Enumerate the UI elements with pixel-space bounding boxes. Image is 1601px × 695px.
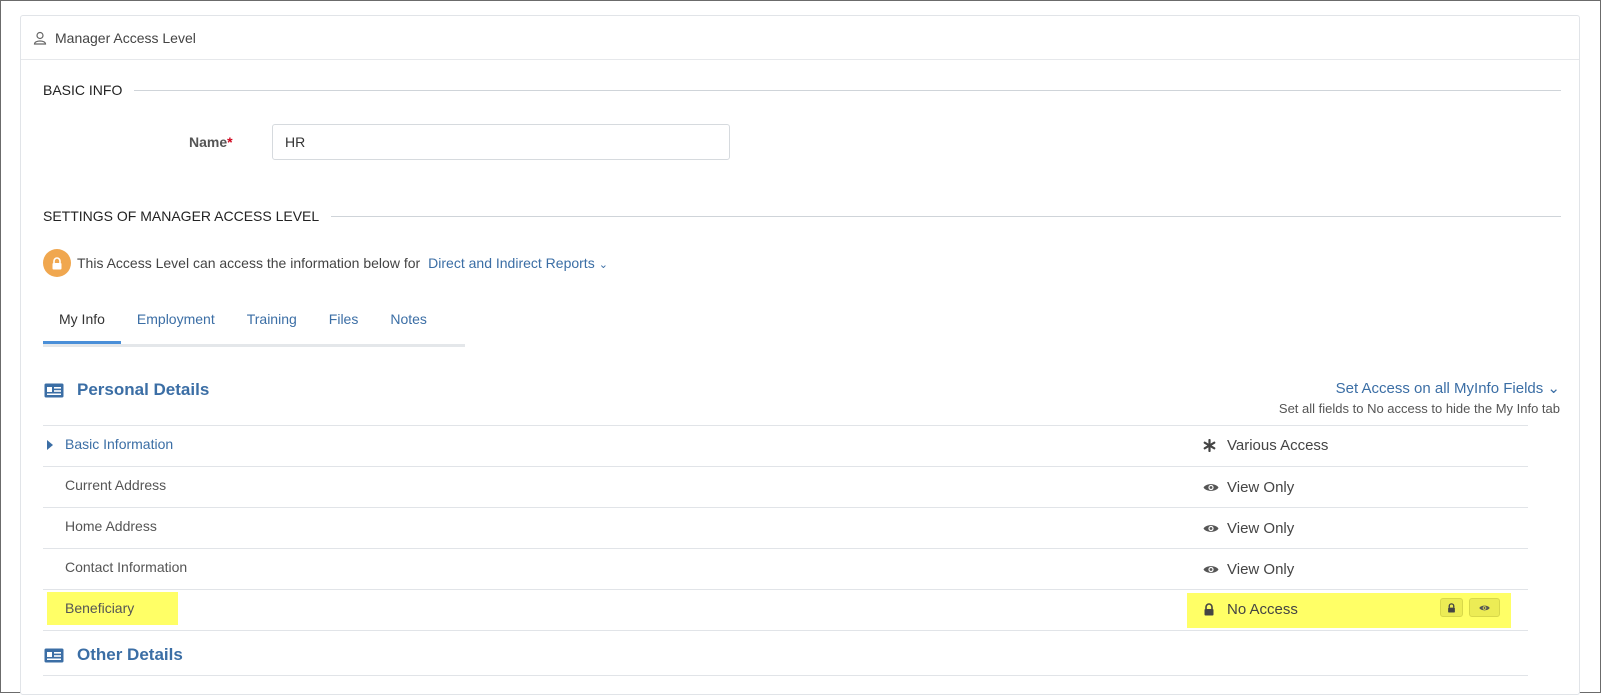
chevron-down-icon: ⌄ — [598, 259, 608, 271]
other-details-header[interactable]: Other Details — [44, 645, 183, 665]
eye-icon — [1479, 604, 1490, 612]
chevron-down-icon: ⌄ — [1547, 380, 1560, 397]
eye-icon — [1203, 481, 1219, 495]
row-label[interactable]: Basic Information — [65, 436, 173, 452]
settings-heading: SETTINGS OF MANAGER ACCESS LEVEL — [43, 208, 320, 224]
tab-employment[interactable]: Employment — [121, 302, 231, 344]
required-mark: * — [227, 134, 233, 150]
set-access-all-label: Set Access on all MyInfo Fields — [1335, 380, 1544, 397]
row-access-value[interactable]: View Only — [1203, 520, 1294, 537]
row-beneficiary[interactable]: Beneficiary No Access — [43, 589, 1528, 630]
tab-training[interactable]: Training — [231, 302, 313, 344]
row-label: Contact Information — [65, 559, 188, 575]
access-scope-text: This Access Level can access the informa… — [77, 255, 421, 271]
eye-icon — [1203, 563, 1219, 577]
row-current-address[interactable]: Current Address View Only — [43, 466, 1528, 507]
other-details-title: Other Details — [77, 645, 183, 664]
lock-icon — [1447, 602, 1456, 613]
id-card-icon — [44, 648, 64, 663]
set-access-block: Set Access on all MyInfo Fields ⌄ Set al… — [1279, 379, 1560, 416]
row-basic-information[interactable]: Basic Information Various Access — [43, 425, 1528, 466]
personal-details-header: Personal Details — [44, 380, 209, 400]
id-card-icon — [44, 383, 64, 398]
settings-section-title: SETTINGS OF MANAGER ACCESS LEVEL — [43, 208, 1561, 224]
name-label-text: Name — [189, 134, 228, 150]
access-text: View Only — [1227, 479, 1295, 496]
lock-icon — [43, 249, 71, 277]
row-access-value[interactable]: Various Access — [1203, 437, 1328, 454]
personal-details-title: Personal Details — [77, 380, 210, 399]
name-label: Name* — [189, 134, 233, 150]
row-divider — [43, 675, 1528, 676]
section-divider — [331, 215, 1561, 217]
row-label: Home Address — [65, 518, 157, 534]
basic-info-section-title: BASIC INFO — [43, 82, 1561, 98]
tab-files[interactable]: Files — [313, 302, 375, 344]
name-input[interactable] — [272, 124, 730, 160]
scope-dropdown-label: Direct and Indirect Reports — [428, 255, 595, 271]
panel-header: Manager Access Level — [21, 16, 1579, 60]
access-text: No Access — [1227, 601, 1298, 618]
row-contact-information[interactable]: Contact Information View Only — [43, 548, 1528, 589]
row-access-value[interactable]: View Only — [1203, 561, 1294, 578]
lock-icon — [1203, 603, 1219, 617]
tab-notes[interactable]: Notes — [374, 302, 443, 344]
eye-icon — [1203, 522, 1219, 536]
user-icon — [33, 31, 47, 45]
section-divider — [134, 89, 1561, 91]
set-no-access-button[interactable] — [1440, 598, 1463, 617]
tab-my-info[interactable]: My Info — [43, 302, 121, 344]
caret-right-icon[interactable] — [47, 440, 53, 450]
set-view-only-button[interactable] — [1469, 598, 1500, 617]
row-access-value[interactable]: View Only — [1203, 479, 1294, 496]
personal-details-rows: Basic Information Various Access Current… — [43, 425, 1528, 630]
access-scope-line: This Access Level can access the informa… — [43, 249, 608, 277]
tab-bar: My Info Employment Training Files Notes — [43, 302, 465, 347]
row-home-address[interactable]: Home Address View Only — [43, 507, 1528, 548]
row-divider — [43, 630, 1528, 631]
access-text: Various Access — [1227, 437, 1329, 454]
set-access-all-link[interactable]: Set Access on all MyInfo Fields ⌄ — [1279, 379, 1560, 397]
row-access-value[interactable]: No Access — [1203, 601, 1298, 618]
basic-info-heading: BASIC INFO — [43, 82, 123, 98]
row-label: Beneficiary — [65, 600, 135, 616]
access-text: View Only — [1227, 520, 1295, 537]
scope-dropdown[interactable]: Direct and Indirect Reports ⌄ — [428, 255, 608, 271]
panel-title: Manager Access Level — [55, 29, 196, 46]
access-text: View Only — [1227, 561, 1295, 578]
set-access-hint: Set all fields to No access to hide the … — [1278, 401, 1560, 416]
asterisk-icon — [1203, 439, 1219, 453]
row-label: Current Address — [65, 477, 167, 493]
